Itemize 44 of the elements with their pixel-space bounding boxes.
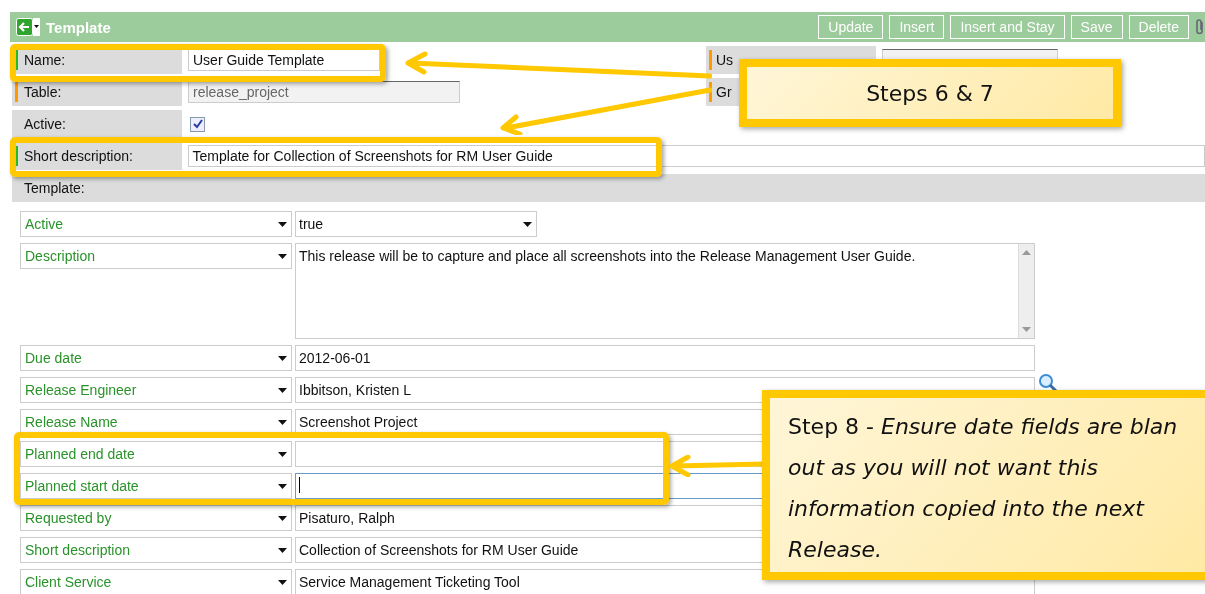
callout-text: out as you will not want this (788, 454, 1099, 482)
form-title: Template (46, 18, 112, 36)
dropdown-icon (278, 483, 287, 489)
scroll-up-icon (1022, 250, 1031, 255)
search-icon[interactable] (1038, 373, 1058, 393)
dropdown-icon (278, 253, 287, 259)
text-field[interactable]: Template for Collection of Screenshots for RM User Guide (187, 145, 1205, 167)
value-field[interactable]: 2012-06-01 (295, 345, 1035, 371)
dropdown-icon (278, 221, 287, 227)
field-select[interactable]: Requested by (20, 505, 292, 531)
field-label: Us (716, 52, 734, 68)
paperclip-icon[interactable] (1195, 18, 1205, 36)
text-field[interactable]: User Guide Template (188, 49, 380, 71)
text-area[interactable]: This release will be to capture and place all screenshots into the Release Management User Guide. (295, 243, 1035, 339)
dropdown-icon (278, 451, 287, 457)
dropdown-icon (278, 387, 287, 393)
dropdown-icon (278, 547, 287, 553)
field-label: Name: (23, 52, 66, 68)
callout-text: Steps 6 & 7 (866, 79, 994, 108)
field-select[interactable]: Planned end date (20, 441, 292, 467)
field-select[interactable]: Release Name (20, 409, 292, 435)
field-label: Gr (716, 84, 732, 100)
dropdown-icon (278, 515, 287, 521)
field-select[interactable]: Active (20, 211, 292, 237)
field-label: Short description: (23, 148, 133, 164)
dropdown-icon (278, 419, 287, 425)
field-label: Active: (23, 116, 66, 132)
field-select[interactable]: Description (20, 243, 292, 269)
field-select[interactable]: Due date (20, 345, 292, 371)
dropdown-icon (278, 579, 287, 585)
section-header: Template: (12, 174, 1205, 202)
field-select[interactable]: Planned start date (20, 473, 292, 499)
callout-text: Release. (788, 536, 883, 564)
field-label: Table: (23, 84, 62, 100)
scroll-down-icon (1022, 327, 1031, 332)
dropdown-icon (523, 221, 532, 227)
field-select[interactable]: Release Engineer (20, 377, 292, 403)
checkbox[interactable] (190, 116, 205, 132)
field-select[interactable]: Client Service (20, 569, 292, 594)
scrollbar[interactable] (1018, 244, 1034, 338)
field-select[interactable]: Short description (20, 537, 292, 563)
dropdown-icon (278, 355, 287, 361)
back-arrow-icon[interactable] (16, 18, 40, 36)
value-select[interactable]: true (295, 211, 537, 237)
